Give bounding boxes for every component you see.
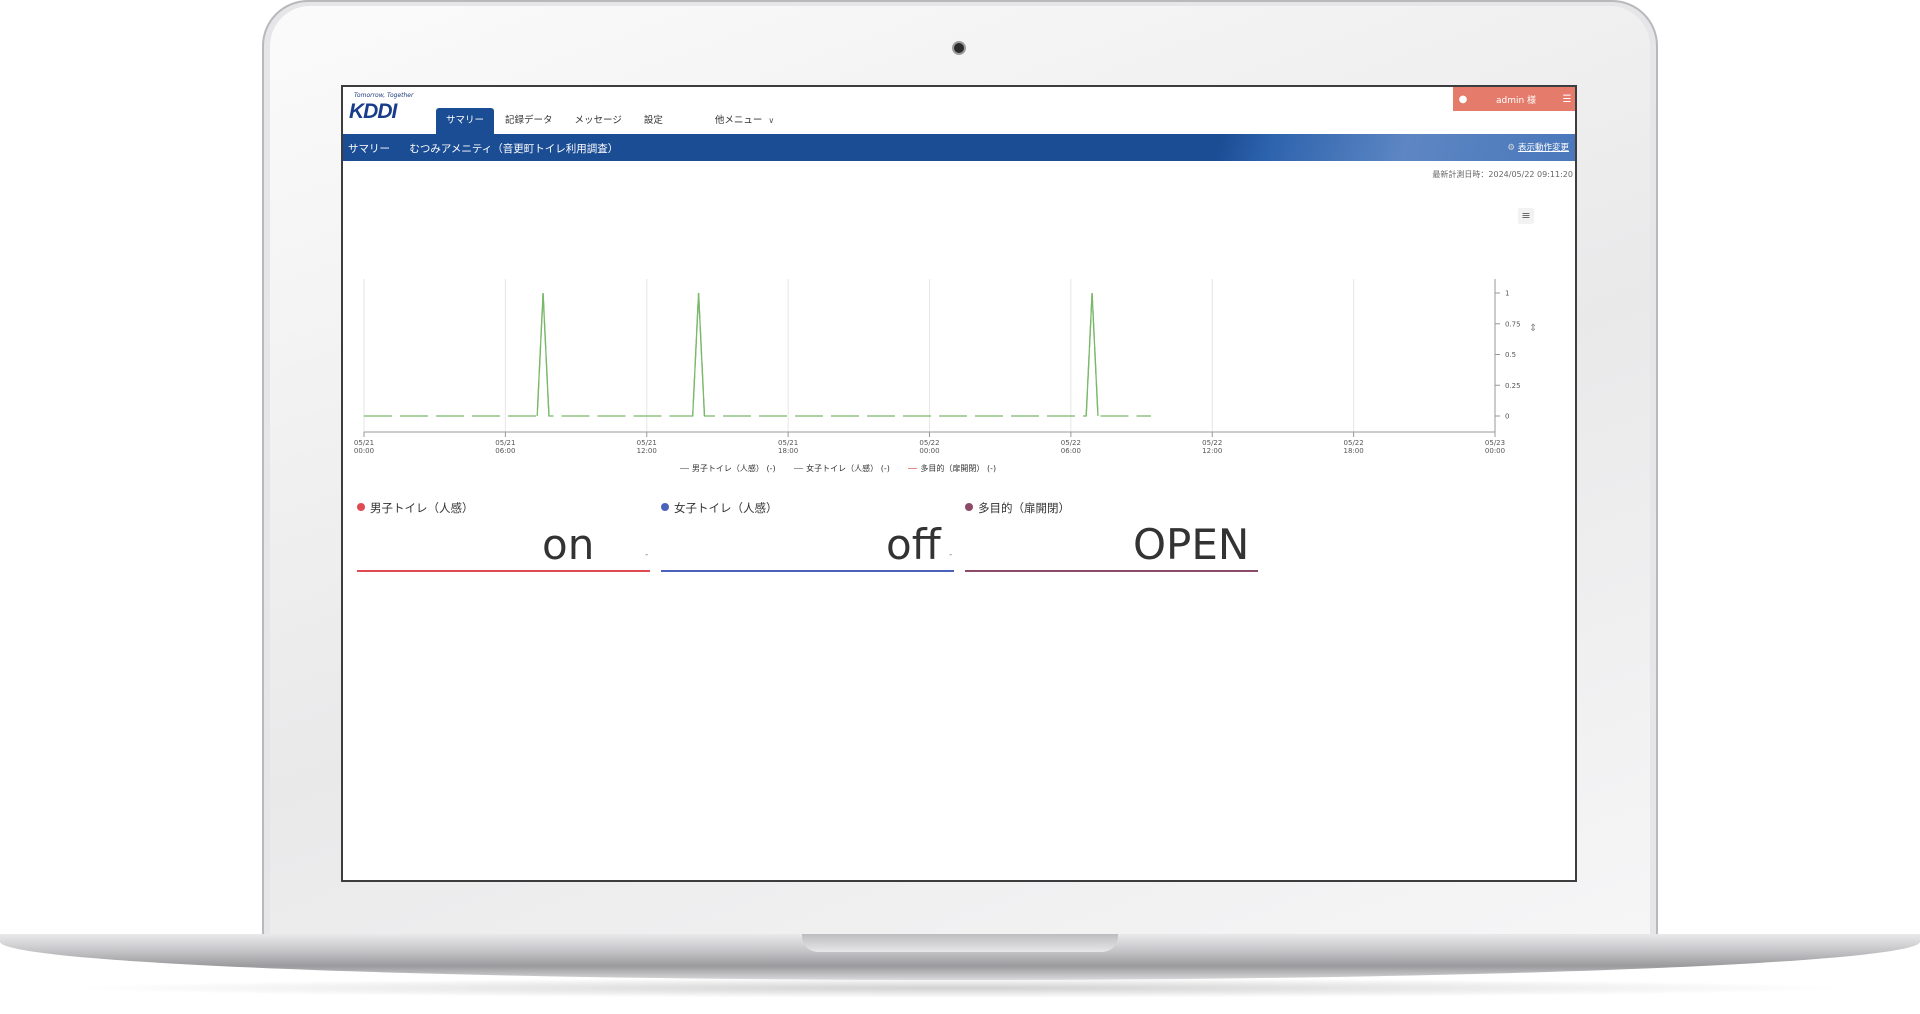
- x-tick-label: 12:00: [1202, 447, 1222, 455]
- legend-unit: (-): [880, 464, 890, 473]
- user-icon: ●: [1458, 93, 1468, 105]
- status-card-womens: 女子トイレ（人感） off -: [661, 500, 954, 572]
- card-value: OPEN: [1133, 520, 1250, 569]
- chart-legend: 男子トイレ（人感） (-) 女子トイレ（人感） (-) 多目的（扉開閉） (-): [343, 463, 1333, 474]
- x-tick-label: 05/22: [919, 439, 939, 447]
- tab-records-label: 記録データ: [505, 115, 553, 126]
- legend-item-mens[interactable]: 男子トイレ（人感） (-): [679, 463, 776, 474]
- app-screen: Tomorrow, Together KDDI サマリー 記録データ メッセージ…: [341, 85, 1577, 882]
- card-value: on: [542, 520, 595, 569]
- card-underline: [965, 570, 1258, 572]
- card-title-text: 多目的（扉開閉）: [978, 501, 1070, 515]
- logo-mark: KDDI: [349, 100, 397, 123]
- legend-item-womens[interactable]: 女子トイレ（人感） (-): [794, 463, 890, 474]
- camera-icon: [954, 43, 964, 53]
- legend-unit: (-): [766, 464, 776, 473]
- y-tick-label: 1: [1505, 290, 1509, 298]
- status-card-mens: 男子トイレ（人感） on -: [357, 500, 650, 572]
- y-tick-label: 0: [1505, 413, 1509, 421]
- main-tabs: サマリー 記録データ メッセージ 設定 他メニュー ∨: [436, 108, 785, 134]
- laptop-shadow: [60, 978, 1860, 998]
- tab-other-menu-label: 他メニュー: [714, 115, 763, 126]
- x-tick-label: 18:00: [778, 447, 798, 455]
- x-tick-label: 05/21: [495, 439, 515, 447]
- card-value: off: [886, 520, 941, 569]
- x-tick-label: 00:00: [354, 447, 374, 455]
- card-title: 多目的（扉開閉）: [965, 500, 1258, 516]
- x-tick-label: 05/21: [637, 439, 657, 447]
- y-tick-label: 0.25: [1505, 382, 1521, 390]
- kddi-logo[interactable]: Tomorrow, Together KDDI: [349, 92, 429, 132]
- card-title: 女子トイレ（人感）: [661, 500, 954, 516]
- series-spike: [692, 292, 706, 417]
- series-spike: [1085, 292, 1099, 417]
- tab-settings[interactable]: 設定: [633, 108, 674, 134]
- logo-tagline: Tomorrow, Together: [354, 92, 414, 99]
- tab-summary[interactable]: サマリー: [436, 108, 495, 134]
- y-tick-label: 0.5: [1505, 351, 1516, 359]
- time-series-chart[interactable]: 05/2100:0005/2106:0005/2112:0005/2118:00…: [343, 217, 1575, 457]
- legend-line: [794, 468, 804, 469]
- x-tick-label: 18:00: [1344, 447, 1364, 455]
- tab-records[interactable]: 記録データ: [494, 108, 564, 134]
- x-tick-label: 05/22: [1061, 439, 1081, 447]
- breadcrumb: サマリー むつみアメニティ（音更町トイレ利用調査）: [348, 141, 634, 156]
- display-setting-label: 表示動作変更: [1517, 143, 1569, 153]
- last-updated: 最新計測日時：2024/05/22 09:11:20: [1432, 170, 1573, 179]
- card-title: 男子トイレ（人感）: [357, 500, 650, 516]
- x-tick-label: 06:00: [495, 447, 515, 455]
- legend-unit: (-): [986, 464, 997, 473]
- x-tick-label: 00:00: [1485, 447, 1505, 455]
- legend-label: 女子トイレ（人感）: [806, 464, 879, 473]
- card-unit: -: [949, 550, 953, 560]
- card-title-text: 男子トイレ（人感）: [370, 501, 474, 515]
- user-name: admin 様: [1495, 95, 1537, 106]
- status-card-multipurpose: 多目的（扉開閉） OPEN: [965, 500, 1258, 572]
- series-line-multipurpose: [364, 292, 1151, 417]
- x-tick-label: 05/21: [354, 439, 374, 447]
- tab-summary-label: サマリー: [446, 115, 485, 126]
- x-tick-label: 05/23: [1485, 439, 1505, 447]
- chevron-down-icon: ∨: [768, 116, 775, 125]
- series-spike: [536, 292, 550, 417]
- user-menu[interactable]: ● admin 様 ☰: [1453, 87, 1575, 111]
- x-tick-label: 05/21: [778, 439, 798, 447]
- legend-item-multipurpose[interactable]: 多目的（扉開閉） (-): [908, 463, 996, 474]
- tab-messages-label: メッセージ: [574, 115, 622, 126]
- x-tick-label: 05/22: [1202, 439, 1222, 447]
- x-tick-label: 06:00: [1061, 447, 1081, 455]
- tab-settings-label: 設定: [643, 115, 663, 126]
- card-unit: -: [645, 550, 649, 560]
- x-tick-label: 00:00: [919, 447, 939, 455]
- page-header-bar: サマリー むつみアメニティ（音更町トイレ利用調査） ⚙ 表示動作変更: [343, 134, 1575, 161]
- card-underline: [357, 570, 650, 572]
- y-tick-label: 0.75: [1505, 320, 1521, 328]
- display-setting-link[interactable]: ⚙ 表示動作変更: [1507, 141, 1569, 153]
- legend-line: [908, 468, 918, 469]
- status-dot: [357, 503, 365, 511]
- breadcrumb-section: サマリー: [348, 143, 390, 155]
- legend-line: [679, 468, 689, 469]
- legend-label: 多目的（扉開閉）: [920, 464, 985, 473]
- x-tick-label: 12:00: [637, 447, 657, 455]
- top-navigation: Tomorrow, Together KDDI サマリー 記録データ メッセージ…: [343, 87, 1575, 134]
- card-title-text: 女子トイレ（人感）: [674, 501, 778, 515]
- x-tick-label: 05/22: [1344, 439, 1364, 447]
- laptop-notch: [802, 934, 1118, 952]
- card-underline: [661, 570, 954, 572]
- gear-icon: ⚙: [1507, 143, 1515, 153]
- legend-label: 男子トイレ（人感）: [691, 464, 764, 473]
- tab-other-menu[interactable]: 他メニュー ∨: [704, 108, 785, 134]
- list-icon[interactable]: ☰: [1559, 94, 1575, 105]
- status-dot: [965, 503, 973, 511]
- tab-messages[interactable]: メッセージ: [564, 108, 633, 134]
- page-title: むつみアメニティ（音更町トイレ利用調査）: [409, 143, 619, 155]
- status-dot: [661, 503, 669, 511]
